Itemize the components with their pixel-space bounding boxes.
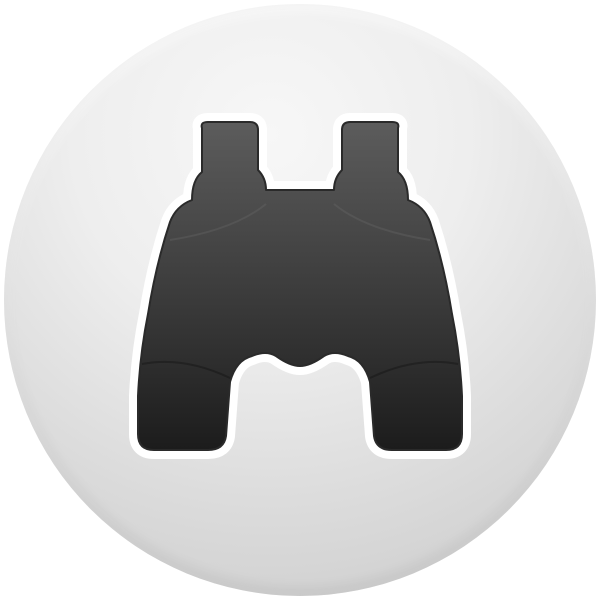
search-icon-button[interactable] bbox=[4, 4, 596, 596]
binoculars-icon bbox=[4, 4, 596, 596]
icon-stage bbox=[0, 0, 600, 600]
